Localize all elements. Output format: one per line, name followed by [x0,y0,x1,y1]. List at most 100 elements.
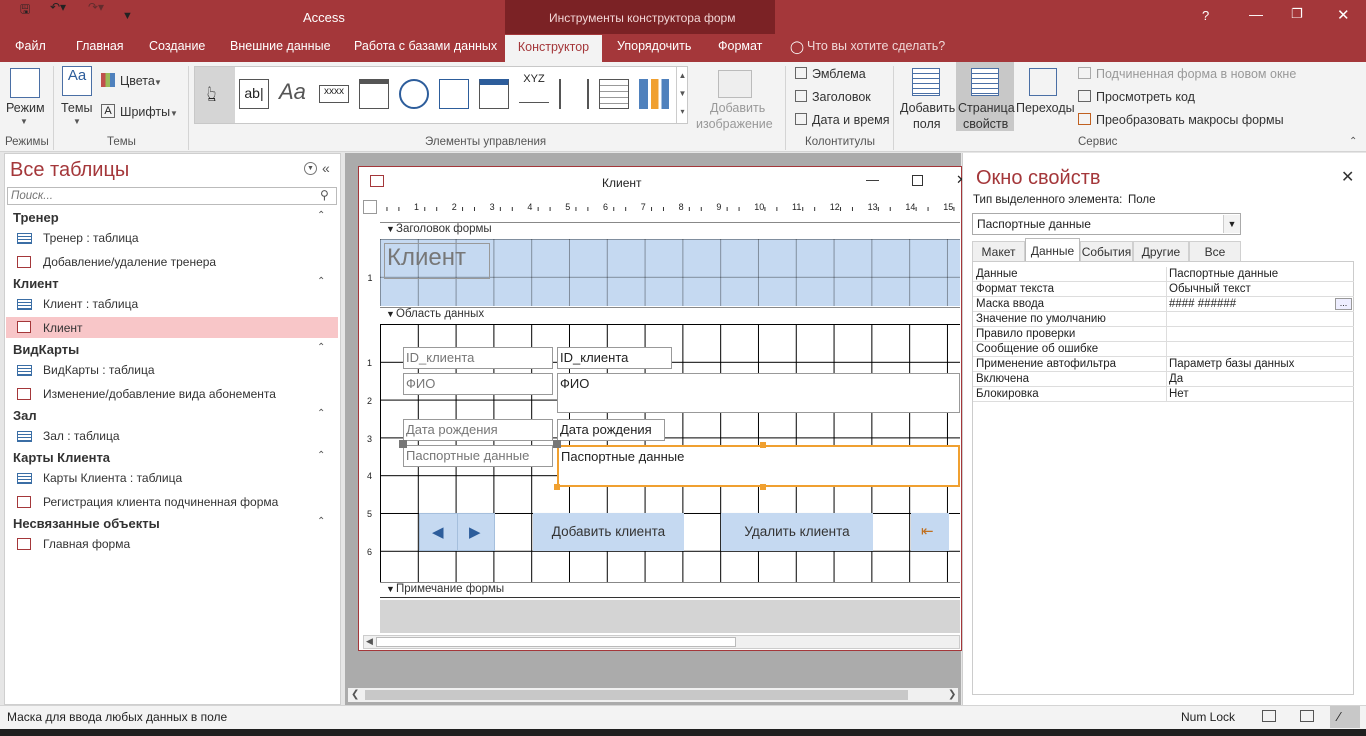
nav-item-hall-table[interactable]: Зал : таблица [43,429,120,443]
convert-macros-button[interactable]: Преобразовать макросы формы [1096,113,1284,127]
add-fields-button[interactable]: Добавить [900,101,955,115]
tab-layout[interactable]: Макет [972,241,1025,261]
nav-item-trainer-table[interactable]: Тренер : таблица [43,231,139,245]
tab-events[interactable]: События [1080,241,1133,261]
view-code-button[interactable]: Просмотреть код [1096,90,1195,104]
form-selector[interactable] [363,200,377,214]
tab-other[interactable]: Другие [1133,241,1189,261]
nav-menu-icon[interactable]: ▼ [304,162,317,175]
close-window-icon[interactable]: ✕ [1337,6,1350,24]
form-header-title[interactable]: Клиент [384,243,490,279]
collapse-nav-icon[interactable]: « [322,160,330,176]
label-client-id[interactable]: ID_клиента [403,347,553,369]
nav-item-client-table[interactable]: Клиент : таблица [43,297,138,311]
textbox-fio[interactable]: ФИО [557,373,960,413]
textbox-birth-date[interactable]: Дата рождения [557,419,665,441]
textbox-icon[interactable]: ab| [239,79,269,109]
option-group-icon[interactable]: XYZ [519,73,549,103]
scroll-left-icon[interactable]: ❮ [351,689,359,700]
tell-me-box[interactable]: Что вы хотите сделать? [807,39,945,53]
close-icon[interactable]: ✕ [1341,167,1354,187]
hyperlink-icon[interactable] [399,79,429,109]
resize-handle[interactable] [399,440,407,448]
section-bar-footer[interactable]: Примечание формы [380,582,960,598]
title-button[interactable]: Заголовок [812,90,871,104]
tab-data[interactable]: Данные [1025,238,1080,262]
form-view-icon[interactable] [1262,710,1276,722]
label-birth-date[interactable]: Дата рождения [403,419,553,441]
tab-format[interactable]: Формат [718,39,762,53]
scroll-thumb[interactable] [376,637,736,647]
design-view-button[interactable] [1330,706,1360,728]
prop-row-active[interactable]: Маска ввода #### ###### [973,297,1354,312]
nav-item-client-form[interactable]: Клиент [43,321,83,335]
tab-control-icon[interactable] [359,79,389,109]
restore-icon[interactable]: ❐ [1291,6,1303,22]
resize-handle[interactable] [760,484,766,490]
minimize-icon[interactable]: — [1249,6,1263,22]
tab-order-icon[interactable] [1029,68,1057,96]
page-break-icon[interactable] [559,79,589,109]
scroll-right-icon[interactable]: ❯ [948,689,956,700]
help-button[interactable]: ? [1202,8,1209,23]
tab-arrange[interactable]: Упорядочить [617,39,691,53]
combo-box-icon[interactable] [599,79,629,109]
chart-icon[interactable] [639,79,669,109]
prop-row[interactable]: Данные Паспортные данные [973,267,1354,282]
add-client-button[interactable]: Добавить клиента [533,513,684,551]
logo-button[interactable]: Эмблема [812,67,866,81]
gallery-scroll[interactable]: ▲ ▼ ▾ [676,67,688,123]
customize-qat-icon[interactable]: ▼ [122,10,133,22]
add-fields-icon[interactable] [912,68,940,96]
next-record-icon[interactable]: ▶ [469,523,481,541]
textbox-client-id[interactable]: ID_клиента [557,347,672,369]
collapse-section-icon[interactable]: ⌃ [317,276,325,287]
scroll-thumb[interactable] [365,690,908,700]
themes-icon[interactable]: Aa [62,66,92,96]
view-button[interactable]: Режим [6,101,45,115]
subform-new-window-button[interactable]: Подчиненная форма в новом окне [1096,67,1296,81]
collapse-section-icon[interactable]: ⌃ [317,408,325,419]
prop-value-input-mask[interactable]: #### ###### [1169,298,1236,310]
section-bar-header[interactable]: Заголовок формы [380,222,960,238]
object-selector-dropdown[interactable]: Паспортные данные [972,213,1241,235]
themes-button[interactable]: Темы [61,101,92,115]
collapse-section-icon[interactable]: ⌃ [317,210,325,221]
nav-item-trainer-form[interactable]: Добавление/удаление тренера [43,255,216,269]
resize-handle[interactable] [554,484,560,490]
prop-row[interactable]: Значение по умолчанию [973,312,1354,327]
undo-icon[interactable]: ↶▾ [50,0,66,14]
tab-database-tools[interactable]: Работа с базами данных [354,39,497,53]
insert-image-button[interactable]: Добавить [710,101,765,115]
tab-all[interactable]: Все [1189,241,1241,261]
collapse-section-icon[interactable]: ⌃ [317,516,325,527]
web-browser-icon[interactable] [439,79,469,109]
nav-item-cards-table[interactable]: Карты Клиента : таблица [43,471,182,485]
tab-external-data[interactable]: Внешние данные [230,39,331,53]
nav-search-input[interactable] [7,187,337,205]
tab-order-button[interactable]: Переходы [1016,101,1075,115]
previous-record-icon[interactable]: ◀ [432,523,444,541]
fonts-button[interactable]: Шрифты [120,105,170,119]
resize-handle[interactable] [553,440,561,448]
datetime-button[interactable]: Дата и время [812,113,890,127]
label-passport[interactable]: Паспортные данные [403,445,553,467]
label-icon[interactable]: Aa [279,79,309,109]
tab-file[interactable]: Файл [15,39,46,53]
collapse-section-icon[interactable]: ⌃ [317,342,325,353]
prop-row[interactable]: Применение автофильтра Параметр базы данн… [973,357,1354,372]
section-bar-detail[interactable]: Область данных [380,307,960,323]
save-icon[interactable]: 🖫 [20,0,30,21]
minimize-icon[interactable]: — [866,172,879,187]
collapse-section-icon[interactable]: ⌃ [317,450,325,461]
delete-client-button[interactable]: Удалить клиента [721,513,873,551]
nav-item-cardtype-form[interactable]: Изменение/добавление вида абонемента [43,387,276,401]
textbox-passport-selected[interactable]: Паспортные данные [557,445,960,487]
search-icon[interactable]: ⚲ [320,188,329,202]
nav-item-cardtype-table[interactable]: ВидКарты : таблица [43,363,155,377]
prop-row[interactable]: Правило проверки [973,327,1354,342]
scroll-left-icon[interactable]: ◀ [366,636,373,647]
tab-design[interactable]: Конструктор [505,35,602,62]
view-icon[interactable] [10,68,40,98]
collapse-ribbon-icon[interactable]: ⌃ [1349,136,1357,147]
